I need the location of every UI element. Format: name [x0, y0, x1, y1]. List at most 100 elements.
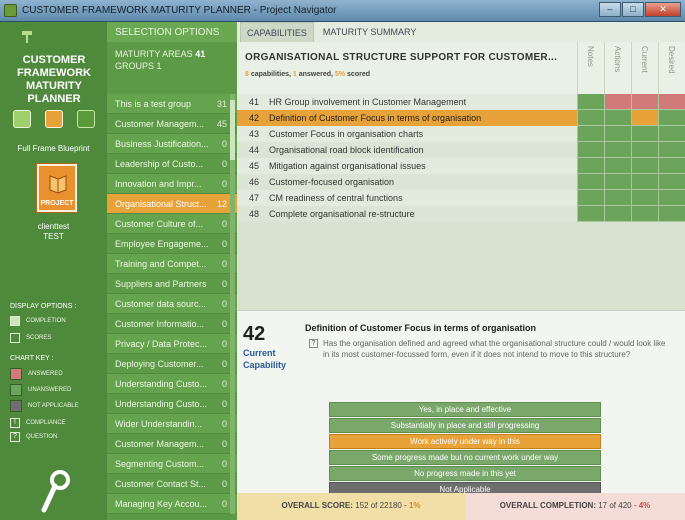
pin-icon[interactable]: [20, 30, 34, 44]
column-label: Current: [640, 46, 649, 73]
grid-cell-current[interactable]: [631, 206, 658, 222]
grid-cell-actions[interactable]: [604, 174, 631, 190]
maturity-area-item[interactable]: Formalisation of the...0: [107, 514, 237, 520]
users-icon[interactable]: [77, 110, 95, 128]
answer-option[interactable]: Substantially in place and still progres…: [329, 418, 601, 433]
scrollbar-thumb[interactable]: [230, 100, 235, 160]
grid-cell-current[interactable]: [631, 142, 658, 158]
grid-cell-notes[interactable]: [577, 110, 604, 126]
capability-row[interactable]: 46 Customer-focused organisation: [237, 174, 685, 190]
tab-maturity-summary[interactable]: MATURITY SUMMARY: [317, 22, 423, 42]
grid-cell-desired[interactable]: [658, 174, 685, 190]
grid-cell-actions[interactable]: [604, 206, 631, 222]
maturity-area-item[interactable]: Customer Managem... 0: [107, 434, 237, 454]
project-button[interactable]: PROJECT: [37, 164, 77, 212]
grid-cell-current[interactable]: [631, 110, 658, 126]
grid-cell-desired[interactable]: [658, 190, 685, 206]
maturity-area-item[interactable]: Segmenting Custom... 0: [107, 454, 237, 474]
scores-checkbox[interactable]: [10, 333, 20, 343]
maturity-area-item[interactable]: Suppliers and Partners 0: [107, 274, 237, 294]
chart-key: CHART KEY : ANSWERED UNANSWERED NOT APPL…: [10, 355, 102, 446]
grid-cell-notes[interactable]: [577, 126, 604, 142]
grid-cell-desired[interactable]: [658, 110, 685, 126]
maturity-area-item[interactable]: Managing Key Accou... 0: [107, 494, 237, 514]
completion-option[interactable]: COMPLETION: [10, 316, 102, 326]
grid-cell-desired[interactable]: [658, 94, 685, 110]
maturity-area-item[interactable]: Business Justification... 0: [107, 134, 237, 154]
capabilities-count: 8: [245, 71, 249, 78]
tab-capabilities[interactable]: CAPABILITIES: [240, 22, 314, 42]
maturity-area-item[interactable]: Deploying Customer... 0: [107, 354, 237, 374]
grid-cell-notes[interactable]: [577, 206, 604, 222]
grid-cell-desired[interactable]: [658, 142, 685, 158]
maturity-area-count: 0: [221, 439, 227, 449]
grid-cell-current[interactable]: [631, 158, 658, 174]
answer-option[interactable]: Work actively under way in this: [329, 434, 601, 449]
exit-door-icon[interactable]: [45, 110, 63, 128]
capability-row[interactable]: 44 Organisational road block identificati…: [237, 142, 685, 158]
grid-cell-current[interactable]: [631, 126, 658, 142]
capability-row[interactable]: 41 HR Group involvement in Customer Manag…: [237, 94, 685, 110]
maturity-area-item[interactable]: Privacy / Data Protec... 0: [107, 334, 237, 354]
maturity-area-item[interactable]: Leadership of Custo... 0: [107, 154, 237, 174]
maturity-area-item[interactable]: Organisational Struct... 12: [107, 194, 237, 214]
left-panel: CUSTOMER FRAMEWORK MATURITY PLANNER Full…: [0, 22, 107, 520]
capability-row[interactable]: 45 Mitigation against organisational issu…: [237, 158, 685, 174]
column-label: Desired: [667, 46, 676, 74]
grid-cell-actions[interactable]: [604, 158, 631, 174]
grid-cell-current[interactable]: [631, 94, 658, 110]
grid-cell-desired[interactable]: [658, 126, 685, 142]
grid-cell-actions[interactable]: [604, 94, 631, 110]
app-name-line: PLANNER: [27, 93, 81, 105]
maturity-area-item[interactable]: Customer Managem... 45: [107, 114, 237, 134]
scores-option[interactable]: SCORES: [10, 333, 102, 343]
maturity-area-item[interactable]: Customer Culture of... 0: [107, 214, 237, 234]
maturity-area-item[interactable]: This is a test group 31: [107, 94, 237, 114]
maturity-area-item[interactable]: Customer Informatio... 0: [107, 314, 237, 334]
answer-option[interactable]: Some progress made but no current work u…: [329, 450, 601, 465]
answer-option[interactable]: No progress made in this yet: [329, 466, 601, 481]
grid-cell-actions[interactable]: [604, 110, 631, 126]
grid-cell-actions[interactable]: [604, 190, 631, 206]
minimize-button[interactable]: –: [599, 2, 621, 17]
question-icon[interactable]: ?: [309, 339, 318, 348]
document-icon[interactable]: [13, 110, 31, 128]
grid-cell-notes[interactable]: [577, 158, 604, 174]
grid-cell-actions[interactable]: [604, 126, 631, 142]
capability-row-text: 42 Definition of Customer Focus in terms …: [237, 110, 577, 126]
grid-cell-actions[interactable]: [604, 142, 631, 158]
maturity-area-item[interactable]: Employee Engageme... 0: [107, 234, 237, 254]
maturity-area-item[interactable]: Innovation and Impr... 0: [107, 174, 237, 194]
maturity-area-label: Customer data sourc...: [115, 299, 207, 309]
grid-cell-current[interactable]: [631, 174, 658, 190]
maturity-area-item[interactable]: Wider Understandin... 0: [107, 414, 237, 434]
answer-option[interactable]: Yes, in place and effective: [329, 402, 601, 417]
maturity-area-item[interactable]: Understanding Custo... 0: [107, 394, 237, 414]
capability-row-number: 46: [249, 177, 260, 187]
maturity-area-item[interactable]: Customer data sourc... 0: [107, 294, 237, 314]
capability-row[interactable]: 47 CM readiness of central functions: [237, 190, 685, 206]
capability-row[interactable]: 48 Complete organisational re-structure: [237, 206, 685, 222]
maturity-area-item[interactable]: Training and Compet... 0: [107, 254, 237, 274]
grid-cell-notes[interactable]: [577, 94, 604, 110]
capability-row-number: 47: [249, 193, 260, 203]
maturity-area-count: 0: [221, 359, 227, 369]
grid-cell-current[interactable]: [631, 190, 658, 206]
completion-checkbox[interactable]: [10, 316, 20, 326]
app-name-line: CUSTOMER: [22, 54, 86, 66]
grid-cell-desired[interactable]: [658, 206, 685, 222]
grid-cell-notes[interactable]: [577, 142, 604, 158]
close-button[interactable]: ✕: [645, 2, 681, 17]
maturity-area-item[interactable]: Customer Contact St... 0: [107, 474, 237, 494]
maturity-area-label: Understanding Custo...: [115, 379, 208, 389]
capability-row[interactable]: 42 Definition of Customer Focus in terms …: [237, 110, 685, 126]
grid-cell-notes[interactable]: [577, 174, 604, 190]
key-compliance: ! COMPLIANCE: [10, 418, 102, 428]
maturity-area-label: Deploying Customer...: [115, 359, 204, 369]
maturity-area-item[interactable]: Understanding Custo... 0: [107, 374, 237, 394]
grid-cell-desired[interactable]: [658, 158, 685, 174]
capability-row[interactable]: 43 Customer Focus in organisation charts: [237, 126, 685, 142]
maximize-button[interactable]: □: [622, 2, 644, 17]
grid-cell-notes[interactable]: [577, 190, 604, 206]
area-list-scrollbar[interactable]: [230, 94, 235, 514]
